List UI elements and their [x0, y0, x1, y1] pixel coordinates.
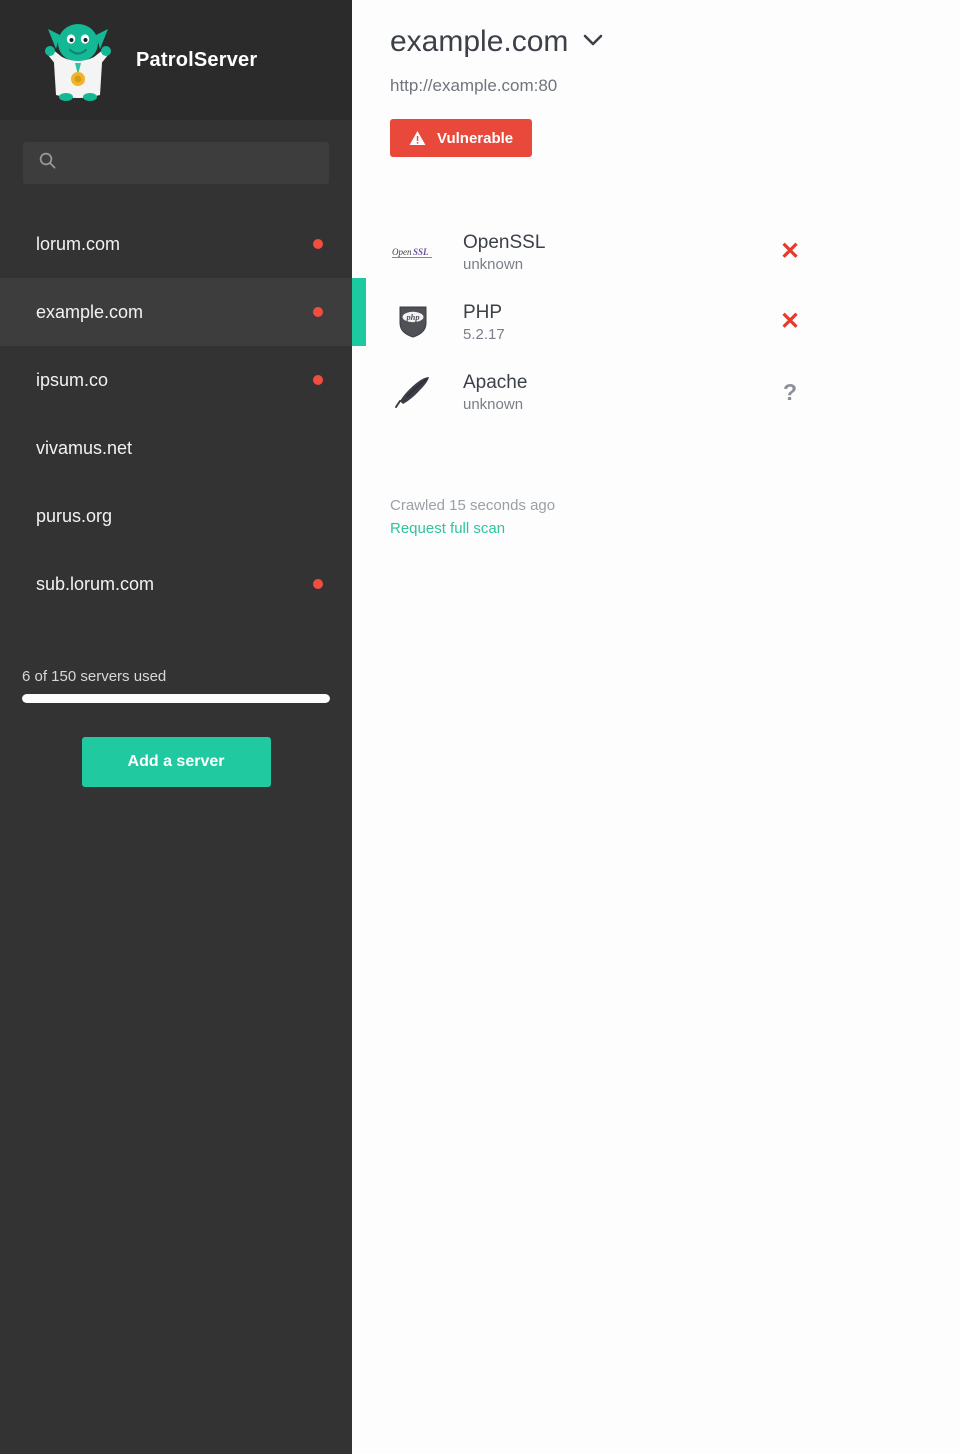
server-name: lorum.com — [36, 233, 121, 254]
alert-dot — [313, 307, 323, 317]
main-content: example.com http://example.com:80 Vulner… — [352, 0, 960, 1454]
brand-title: PatrolServer — [136, 48, 258, 71]
goblin-mascot-logo — [44, 19, 112, 101]
sidebar-item-example-com[interactable]: example.com — [0, 278, 366, 346]
software-row-apache: Apache unknown ? — [390, 357, 810, 427]
page-title: example.com — [390, 25, 569, 58]
sidebar-item-vivamus-net[interactable]: vivamus.net — [0, 414, 352, 482]
warning-triangle-icon — [409, 130, 426, 146]
server-list: lorum.com example.com ipsum.co vivamus.n… — [0, 210, 366, 618]
software-version: 5.2.17 — [463, 326, 505, 344]
sidebar-item-sub-lorum-com[interactable]: sub.lorum.com — [0, 550, 352, 618]
scan-info: Crawled 15 seconds ago Request full scan — [390, 497, 960, 538]
status-badge-label: Vulnerable — [437, 129, 514, 147]
server-name: ipsum.co — [36, 369, 109, 390]
software-text: OpenSSL unknown — [463, 231, 770, 274]
software-status-icon: ? — [782, 378, 798, 405]
search-container — [0, 120, 352, 184]
svg-text:SSL: SSL — [413, 247, 429, 257]
software-status-icon: ✕ — [779, 308, 801, 335]
openssl-logo-icon: Open SSL — [390, 229, 436, 275]
request-full-scan-link[interactable]: Request full scan — [390, 520, 505, 537]
crawled-timestamp: Crawled 15 seconds ago — [390, 497, 556, 514]
software-text: Apache unknown — [463, 371, 770, 414]
search-icon — [39, 152, 56, 174]
status-badge-vulnerable[interactable]: Vulnerable — [390, 119, 533, 157]
add-server-button[interactable]: Add a server — [81, 737, 271, 787]
usage-label: 6 of 150 servers used — [22, 668, 167, 685]
software-list: Open SSL OpenSSL unknown ✕ php PHP 5.2.1… — [390, 217, 810, 427]
software-row-openssl: Open SSL OpenSSL unknown ✕ — [390, 217, 810, 287]
usage-progress-bar — [22, 694, 330, 703]
sidebar-item-lorum-com[interactable]: lorum.com — [0, 210, 352, 278]
sidebar-item-ipsum-co[interactable]: ipsum.co — [0, 346, 352, 414]
software-text: PHP 5.2.17 — [463, 301, 770, 344]
server-url: http://example.com:80 — [390, 76, 558, 95]
brand-header: PatrolServer — [0, 0, 352, 120]
page-title-row[interactable]: example.com — [390, 25, 960, 59]
selected-accent-bar — [352, 278, 366, 346]
alert-dot — [313, 579, 323, 589]
alert-dot — [313, 239, 323, 249]
svg-text:php: php — [405, 313, 419, 322]
search-box[interactable] — [23, 142, 329, 184]
server-name: purus.org — [36, 505, 113, 526]
sidebar: PatrolServer lorum.com example.com ipsum… — [0, 0, 366, 1454]
apache-feather-icon — [390, 369, 436, 415]
software-name: OpenSSL — [463, 231, 546, 253]
search-input[interactable] — [67, 155, 307, 171]
software-version: unknown — [463, 396, 524, 414]
software-version: unknown — [463, 256, 524, 274]
svg-text:Open: Open — [392, 247, 412, 257]
software-status-icon: ✕ — [779, 238, 801, 265]
sidebar-item-purus-org[interactable]: purus.org — [0, 482, 352, 550]
software-name: Apache — [463, 371, 528, 393]
usage-section: 6 of 150 servers used — [0, 668, 352, 703]
server-name: sub.lorum.com — [36, 573, 155, 594]
server-name: vivamus.net — [36, 437, 133, 458]
app-root: PatrolServer lorum.com example.com ipsum… — [0, 0, 960, 1454]
usage-progress-fill — [22, 694, 330, 703]
software-row-php: php PHP 5.2.17 ✕ — [390, 287, 810, 357]
php-shield-icon: php — [390, 299, 436, 345]
software-name: PHP — [463, 301, 503, 323]
server-name: example.com — [36, 301, 144, 322]
chevron-down-icon[interactable] — [582, 33, 604, 52]
alert-dot — [313, 375, 323, 385]
